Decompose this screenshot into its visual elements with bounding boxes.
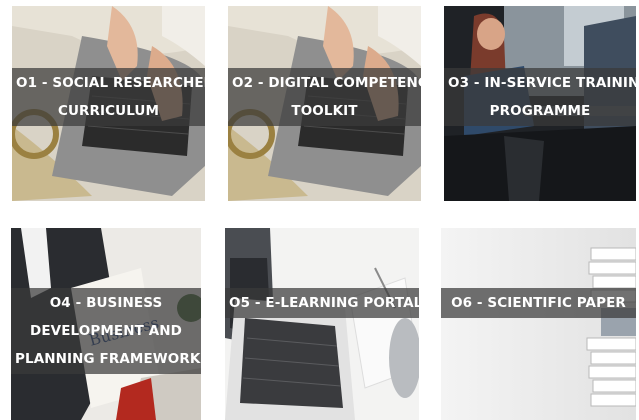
caption-line: PLANNING FRAMEWORK (15, 351, 201, 367)
caption-line: PROGRAMME (489, 103, 591, 119)
caption-line: O2 - DIGITAL COMPETENCE (232, 75, 421, 91)
tile-caption: O3 - IN-SERVICE TRAINING PROGRAMME (444, 68, 636, 126)
caption-line: O3 - IN-SERVICE TRAINING (448, 75, 636, 91)
output-tile-o5[interactable]: O5 - E-LEARNING PORTAL (225, 228, 419, 420)
tile-caption: O2 - DIGITAL COMPETENCE TOOLKIT (228, 68, 421, 126)
output-tile-o1[interactable]: O1 - SOCIAL RESEARCHER CURRICULUM (12, 6, 205, 201)
tile-caption: O5 - E-LEARNING PORTAL (225, 288, 419, 318)
paper-stack-photo (441, 228, 636, 420)
output-tile-o4[interactable]: Business O4 - BUSINESS DEVELOPMENT AND P… (11, 228, 201, 420)
tile-caption: O6 - SCIENTIFIC PAPER (441, 288, 636, 318)
tile-caption: O4 - BUSINESS DEVELOPMENT AND PLANNING F… (11, 288, 201, 374)
caption-line: O1 - SOCIAL RESEARCHER (16, 75, 205, 91)
tile-caption: O1 - SOCIAL RESEARCHER CURRICULUM (12, 68, 205, 126)
caption-line: TOOLKIT (291, 103, 358, 119)
caption-line: DEVELOPMENT AND (30, 323, 182, 339)
caption-line: O4 - BUSINESS (49, 295, 163, 311)
caption-line: O6 - SCIENTIFIC PAPER (451, 295, 626, 311)
caption-line: O5 - E-LEARNING PORTAL (229, 295, 419, 311)
output-tile-o2[interactable]: O2 - DIGITAL COMPETENCE TOOLKIT (228, 6, 421, 201)
caption-line: CURRICULUM (57, 103, 160, 119)
output-tile-o3[interactable]: O3 - IN-SERVICE TRAINING PROGRAMME (444, 6, 636, 201)
output-tile-o6[interactable]: O6 - SCIENTIFIC PAPER (441, 228, 636, 420)
laptops-desk-photo (225, 228, 419, 420)
